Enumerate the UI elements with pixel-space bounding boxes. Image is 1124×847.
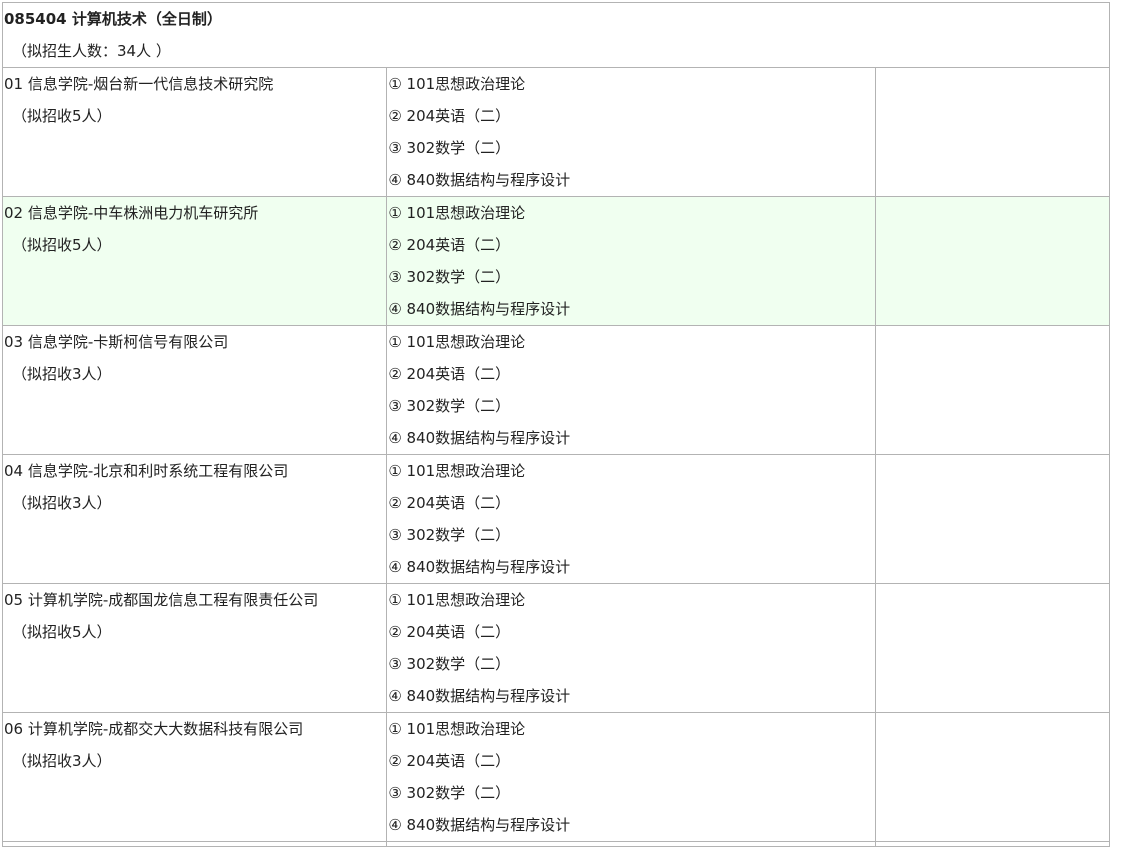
direction-quota: （拟招收5人） (12, 623, 112, 641)
exam-subject: ③ 302数学（二） (388, 655, 511, 673)
exam-subject: ② 204英语（二） (388, 365, 511, 383)
notes-cell (874, 712, 1111, 842)
exam-subject: ① 101思想政治理论 (388, 591, 526, 609)
direction-name: 04 信息学院-北京和利时系统工程有限公司 (4, 462, 289, 480)
table-row: 02 信息学院-中车株洲电力机车研究所 （拟招收5人） ① 101思想政治理论 … (1, 196, 1111, 326)
exam-subjects-cell: ① 101思想政治理论 ② 204英语（二） ③ 302数学（二） ④ 840数… (386, 325, 876, 455)
notes-cell (874, 325, 1111, 455)
major-title: 085404 计算机技术（全日制） (4, 10, 222, 28)
exam-subject: ③ 302数学（二） (388, 397, 511, 415)
direction-name: 02 信息学院-中车株洲电力机车研究所 (4, 204, 259, 222)
exam-subject: ② 204英语（二） (388, 236, 511, 254)
exam-subjects-cell: ① 101思想政治理论 ② 204英语（二） ③ 302数学（二） ④ 840数… (386, 583, 876, 713)
exam-subject: ③ 302数学（二） (388, 526, 511, 544)
direction-quota: （拟招收3人） (12, 365, 112, 383)
table-row: 04 信息学院-北京和利时系统工程有限公司 （拟招收3人） ① 101思想政治理… (1, 454, 1111, 584)
direction-quota: （拟招收3人） (12, 494, 112, 512)
exam-subjects-cell: ① 101思想政治理论 ② 204英语（二） ③ 302数学（二） ④ 840数… (386, 67, 876, 197)
exam-subject: ④ 840数据结构与程序设计 (388, 687, 571, 705)
exam-subject: ④ 840数据结构与程序设计 (388, 429, 571, 447)
major-header-cell: 085404 计算机技术（全日制） （拟招生人数：34人 ） (2, 2, 1110, 68)
notes-cell (874, 67, 1111, 197)
direction-name: 05 计算机学院-成都国龙信息工程有限责任公司 (4, 591, 319, 609)
exam-subjects-cell: ① 101思想政治理论 ② 204英语（二） ③ 302数学（二） ④ 840数… (386, 454, 876, 584)
direction-cell: 04 信息学院-北京和利时系统工程有限公司 （拟招收3人） (1, 454, 388, 584)
direction-cell: 03 信息学院-卡斯柯信号有限公司 （拟招收3人） (1, 325, 388, 455)
direction-cell (1, 841, 388, 847)
exam-subject: ④ 840数据结构与程序设计 (388, 171, 571, 189)
exam-subjects-cell: ① 101思想政治理论 ② 204英语（二） ③ 302数学（二） ④ 840数… (386, 196, 876, 326)
direction-cell: 01 信息学院-烟台新一代信息技术研究院 （拟招收5人） (1, 67, 388, 197)
exam-subject: ④ 840数据结构与程序设计 (388, 558, 571, 576)
exam-subjects-cell: ① 101思想政治理论 ② 204英语（二） ③ 302数学（二） ④ 840数… (386, 712, 876, 842)
exam-subject: ③ 302数学（二） (388, 268, 511, 286)
exam-subject: ② 204英语（二） (388, 623, 511, 641)
exam-subject: ① 101思想政治理论 (388, 75, 526, 93)
notes-cell (874, 583, 1111, 713)
direction-quota: （拟招收5人） (12, 107, 112, 125)
direction-quota: （拟招收3人） (12, 752, 112, 770)
notes-cell (874, 196, 1111, 326)
direction-cell: 06 计算机学院-成都交大大数据科技有限公司 （拟招收3人） (1, 712, 388, 842)
enrollment-plan-table: 085404 计算机技术（全日制） （拟招生人数：34人 ） 01 信息学院-烟… (1, 2, 1111, 847)
direction-name: 06 计算机学院-成都交大大数据科技有限公司 (4, 720, 304, 738)
enrollment-plan-sheet: 085404 计算机技术（全日制） （拟招生人数：34人 ） 01 信息学院-烟… (1, 2, 1111, 847)
exam-subject: ④ 840数据结构与程序设计 (388, 300, 571, 318)
exam-subject: ② 204英语（二） (388, 752, 511, 770)
exam-subject: ① 101思想政治理论 (388, 720, 526, 738)
exam-subject: ① 101思想政治理论 (388, 333, 526, 351)
notes-cell (874, 454, 1111, 584)
exam-subject: ④ 840数据结构与程序设计 (388, 816, 571, 834)
exam-subject: ② 204英语（二） (388, 107, 511, 125)
major-header-row: 085404 计算机技术（全日制） （拟招生人数：34人 ） (2, 2, 1110, 68)
exam-subject: ③ 302数学（二） (388, 784, 511, 802)
exam-subject: ① 101思想政治理论 (388, 204, 526, 222)
direction-quota: （拟招收5人） (12, 236, 112, 254)
table-row: 01 信息学院-烟台新一代信息技术研究院 （拟招收5人） ① 101思想政治理论… (1, 67, 1111, 197)
exam-subject: ③ 302数学（二） (388, 139, 511, 157)
major-quota: （拟招生人数：34人 ） (12, 42, 171, 60)
table-row-partial (1, 841, 1111, 847)
exam-subject: ② 204英语（二） (388, 494, 511, 512)
table-row: 03 信息学院-卡斯柯信号有限公司 （拟招收3人） ① 101思想政治理论 ② … (1, 325, 1111, 455)
exam-subjects-cell (386, 841, 876, 847)
direction-cell: 05 计算机学院-成都国龙信息工程有限责任公司 （拟招收5人） (1, 583, 388, 713)
direction-name: 03 信息学院-卡斯柯信号有限公司 (4, 333, 229, 351)
table-row: 05 计算机学院-成都国龙信息工程有限责任公司 （拟招收5人） ① 101思想政… (1, 583, 1111, 713)
direction-name: 01 信息学院-烟台新一代信息技术研究院 (4, 75, 274, 93)
exam-subject: ① 101思想政治理论 (388, 462, 526, 480)
direction-cell: 02 信息学院-中车株洲电力机车研究所 （拟招收5人） (1, 196, 388, 326)
table-row: 06 计算机学院-成都交大大数据科技有限公司 （拟招收3人） ① 101思想政治… (1, 712, 1111, 842)
notes-cell (874, 841, 1111, 847)
